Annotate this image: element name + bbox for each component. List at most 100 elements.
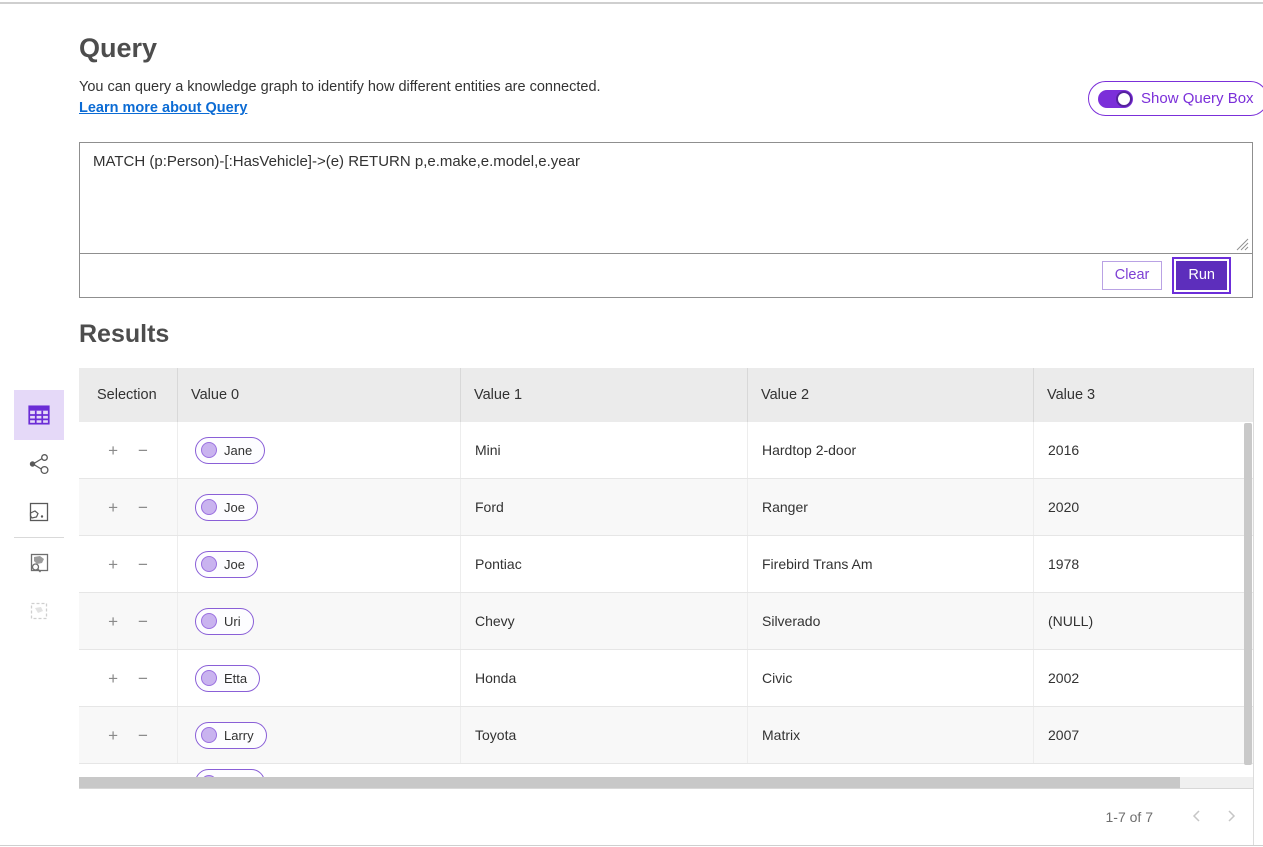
remove-from-selection-button[interactable]: − — [136, 556, 150, 573]
remove-from-selection-button[interactable]: − — [136, 613, 150, 630]
query-button-bar: Clear Run — [80, 253, 1252, 297]
horizontal-scrollbar-track[interactable] — [79, 777, 1253, 788]
link-chart-view-button[interactable] — [14, 440, 64, 488]
remove-from-selection-button[interactable]: − — [136, 727, 150, 744]
make-cell: Chevy — [461, 593, 748, 649]
entity-dot-icon — [201, 670, 217, 686]
year-cell: 2007 — [1034, 707, 1253, 763]
table-row: + − Larry Toyota Matrix 2007 — [79, 707, 1253, 764]
link-chart-icon — [27, 452, 51, 476]
query-input[interactable]: MATCH (p:Person)-[:HasVehicle]->(e) RETU… — [80, 143, 1252, 254]
add-to-selection-button[interactable]: + — [106, 556, 120, 573]
entity-label: Uri — [224, 614, 241, 629]
entity-cell: Larry — [178, 707, 461, 763]
table-row: + − Etta Honda Civic 2002 — [79, 650, 1253, 707]
toggle-knob — [1116, 91, 1132, 107]
entity-pill[interactable]: Jane — [195, 437, 265, 464]
column-header: Value 0 — [178, 368, 461, 422]
year-cell: 2016 — [1034, 422, 1253, 478]
year-cell: (NULL) — [1034, 593, 1253, 649]
remove-from-selection-button[interactable]: − — [136, 670, 150, 687]
entity-cell: Jane — [178, 422, 461, 478]
year-cell: 1978 — [1034, 536, 1253, 592]
selection-view-button[interactable] — [14, 587, 64, 635]
pagination-range: 1-7 of 7 — [1106, 809, 1153, 825]
add-to-selection-button[interactable]: + — [106, 499, 120, 516]
horizontal-scrollbar-thumb[interactable] — [79, 777, 1180, 788]
chevron-left-icon — [1190, 808, 1204, 824]
learn-more-link[interactable]: Learn more about Query — [79, 100, 247, 116]
entity-label: Joe — [224, 500, 245, 515]
add-to-selection-button[interactable]: + — [106, 670, 120, 687]
model-cell: Hardtop 2-door — [748, 422, 1034, 478]
selection-cell: + − — [79, 536, 178, 592]
make-cell: Toyota — [461, 707, 748, 763]
entity-label: Jane — [224, 443, 252, 458]
remove-from-selection-button[interactable]: − — [136, 442, 150, 459]
entity-pill[interactable] — [195, 769, 265, 777]
table-row: + − Joe Pontiac Firebird Trans Am 1978 — [79, 536, 1253, 593]
model-cell: Civic — [748, 650, 1034, 706]
column-header: Value 2 — [748, 368, 1034, 422]
page-title: Query — [79, 33, 157, 64]
result-view-sidebar — [14, 390, 64, 635]
selection-icon — [27, 599, 51, 623]
selection-cell: + − — [79, 650, 178, 706]
entity-dot-icon — [201, 613, 217, 629]
resize-handle-icon[interactable] — [1236, 238, 1249, 251]
entity-cell: Uri — [178, 593, 461, 649]
column-header: Selection — [79, 368, 178, 422]
clear-button[interactable]: Clear — [1102, 261, 1163, 290]
query-description: You can query a knowledge graph to ident… — [79, 79, 601, 95]
entity-label: Etta — [224, 671, 247, 686]
entity-cell: Joe — [178, 479, 461, 535]
entity-dot-icon — [201, 727, 217, 743]
run-button[interactable]: Run — [1176, 261, 1227, 290]
table-icon — [26, 402, 52, 428]
add-to-selection-button[interactable]: + — [106, 442, 120, 459]
entity-label: Joe — [224, 557, 245, 572]
chevron-right-icon — [1224, 808, 1238, 824]
entity-label: Larry — [224, 728, 254, 743]
selection-cell: + − — [79, 422, 178, 478]
selection-cell: + − — [79, 479, 178, 535]
entity-dot-icon — [201, 556, 217, 572]
model-cell: Silverado — [748, 593, 1034, 649]
vertical-scrollbar-thumb[interactable] — [1244, 423, 1252, 765]
entity-dot-icon — [201, 442, 217, 458]
selection-cell: + − — [79, 593, 178, 649]
query-page: Query You can query a knowledge graph to… — [0, 0, 1263, 847]
add-to-map-view-button[interactable] — [14, 539, 64, 587]
next-page-button[interactable] — [1223, 808, 1239, 826]
table-row: + − Jane Mini Hardtop 2-door 2016 — [79, 422, 1253, 479]
make-cell: Honda — [461, 650, 748, 706]
model-cell: Firebird Trans Am — [748, 536, 1034, 592]
entity-pill[interactable]: Joe — [195, 551, 258, 578]
toggle-switch-icon[interactable] — [1098, 90, 1133, 108]
top-divider — [0, 2, 1263, 4]
model-cell: Ranger — [748, 479, 1034, 535]
make-cell: Mini — [461, 422, 748, 478]
table-footer: 1-7 of 7 — [79, 788, 1253, 845]
entity-pill[interactable]: Uri — [195, 608, 254, 635]
show-query-box-toggle[interactable]: Show Query Box — [1088, 81, 1263, 116]
year-cell: 2002 — [1034, 650, 1253, 706]
entity-pill[interactable]: Etta — [195, 665, 260, 692]
add-to-selection-button[interactable]: + — [106, 727, 120, 744]
entity-pill[interactable]: Joe — [195, 494, 258, 521]
table-view-button[interactable] — [14, 390, 64, 440]
bottom-divider — [0, 845, 1263, 846]
add-to-selection-button[interactable]: + — [106, 613, 120, 630]
entity-pill[interactable]: Larry — [195, 722, 267, 749]
sidebar-divider — [14, 537, 64, 538]
table-row: + − Uri Chevy Silverado (NULL) — [79, 593, 1253, 650]
query-box: MATCH (p:Person)-[:HasVehicle]->(e) RETU… — [79, 142, 1253, 298]
column-header: Value 1 — [461, 368, 748, 422]
table-body: + − Jane Mini Hardtop 2-door 2016 + − Jo… — [79, 422, 1253, 764]
previous-page-button[interactable] — [1189, 808, 1205, 826]
map-view-button[interactable] — [14, 488, 64, 536]
entity-cell: Joe — [178, 536, 461, 592]
results-panel: SelectionValue 0Value 1Value 2Value 3 + … — [79, 368, 1254, 845]
remove-from-selection-button[interactable]: − — [136, 499, 150, 516]
map-icon — [27, 500, 51, 524]
